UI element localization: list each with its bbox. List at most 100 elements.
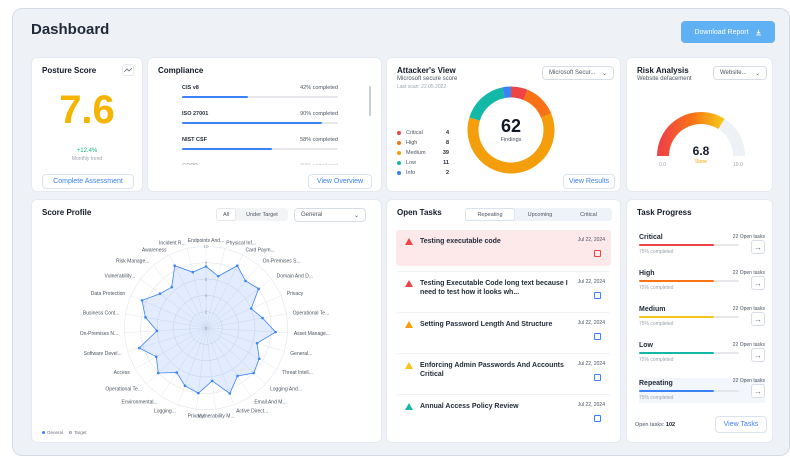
radar-point — [235, 264, 239, 268]
calendar-icon[interactable] — [594, 292, 601, 299]
tab-repeating[interactable]: Repeating — [465, 208, 515, 221]
compliance-item-name: ISO 27001 — [182, 111, 209, 117]
findings-total-label: Findings — [500, 137, 522, 143]
task-item[interactable]: Testing Executable Code long text becaus… — [396, 271, 611, 307]
compliance-item-name: GDPR — [182, 163, 198, 165]
compliance-item-status: 42% completed — [300, 85, 338, 91]
legend-dot — [397, 131, 401, 135]
task-progress-percent: 75% completed — [639, 321, 674, 327]
task-date: Jul 22, 2024 — [577, 279, 605, 285]
arrow-right-icon[interactable]: → — [751, 312, 765, 326]
warning-icon — [405, 238, 413, 245]
attackers-view-card: Attacker's View Microsoft secure score L… — [386, 57, 621, 192]
risk-min-label: 0.0 — [659, 162, 666, 168]
compliance-item-status: 39% completed — [300, 163, 338, 165]
chevron-down-icon: ⌄ — [353, 212, 359, 219]
download-report-button[interactable]: Download Report — [681, 21, 775, 43]
radar-point — [274, 330, 277, 334]
arrow-right-icon[interactable]: → — [751, 348, 765, 362]
legend-value: 4 — [445, 130, 449, 136]
radar-point — [175, 371, 179, 374]
findings-legend-item: Info 2 — [397, 168, 449, 178]
radar-axis-label: Operational Te... — [105, 386, 142, 392]
arrow-right-icon[interactable]: → — [751, 276, 765, 290]
risk-analysis-title: Risk Analysis — [637, 66, 689, 75]
page-title: Dashboard — [31, 21, 110, 38]
legend-general: General — [42, 430, 63, 435]
radar-axis-label: On-Premises N... — [80, 331, 118, 337]
arrow-right-icon[interactable]: → — [751, 384, 765, 398]
task-item[interactable]: Annual Access Policy Review Jul 22, 2024 — [396, 394, 611, 430]
findings-legend: Critical 4 High 8 Medium 39 Low 11 Info 2 — [397, 128, 449, 178]
calendar-icon[interactable] — [594, 374, 601, 381]
task-title: Testing executable code — [420, 238, 501, 245]
open-tasks-card: Open Tasks Repeating Upcoming Critical T… — [386, 199, 621, 443]
compliance-item[interactable]: ISO 27001 90% completed — [182, 111, 338, 131]
complete-assessment-button[interactable]: Complete Assessment — [42, 174, 134, 189]
profile-filter-under-target[interactable]: Under Target — [236, 208, 288, 221]
top-bar: Dashboard Download Report — [13, 9, 789, 55]
open-tasks-total-value: 102 — [665, 422, 676, 428]
warning-icon — [405, 321, 413, 328]
compliance-item[interactable]: GDPR 39% completed — [182, 163, 338, 165]
radar-axis-label: Data Protection — [91, 291, 126, 297]
compliance-card: Compliance CIS v8 42% completed ISO 27001 9… — [147, 57, 382, 192]
task-progress-bar — [639, 390, 739, 392]
radar-axis-label: Threat Intell... — [282, 370, 313, 376]
tab-critical[interactable]: Critical — [565, 208, 612, 221]
tab-upcoming[interactable]: Upcoming — [515, 208, 565, 221]
findings-total: 62 — [500, 116, 522, 136]
radar-point — [197, 391, 200, 395]
score-profile-title: Score Profile — [42, 208, 92, 217]
compliance-item-status: 90% completed — [300, 111, 338, 117]
legend-label: Info — [406, 170, 416, 176]
compliance-item[interactable]: NIST CSF 58% completed — [182, 137, 338, 157]
radar-point — [257, 357, 261, 361]
open-tasks-total: Open tasks: 102 — [635, 422, 675, 428]
radar-axis-label: Endpoints And... — [188, 238, 224, 244]
calendar-icon[interactable] — [594, 415, 601, 422]
radar-axis-label: Business Cont... — [83, 311, 119, 317]
view-results-button[interactable]: View Results — [563, 174, 615, 189]
task-date: Jul 22, 2024 — [577, 237, 605, 243]
radar-point — [216, 274, 220, 278]
task-progress-item: Repeating 22 Open tasks 75% completed — [639, 378, 765, 403]
calendar-icon[interactable] — [594, 250, 601, 257]
profile-filter-all[interactable]: All — [216, 208, 236, 221]
task-item[interactable]: Setting Password Length And Structure Jul… — [396, 312, 611, 348]
open-tasks-title: Open Tasks — [397, 208, 442, 217]
calendar-icon[interactable] — [594, 333, 601, 340]
radar-point — [252, 371, 256, 375]
radar-axis-label: Privacy — [188, 413, 205, 419]
findings-legend-item: Critical 4 — [397, 128, 449, 138]
view-tasks-button[interactable]: View Tasks — [715, 416, 767, 433]
radar-axis-label: Domain And D... — [277, 273, 313, 279]
legend-label: High — [406, 140, 418, 146]
radar-point — [204, 265, 208, 268]
risk-dropdown[interactable]: Website... ⌄ — [713, 66, 767, 80]
last-scan-text: Last scan: 22.05.2022 — [397, 84, 447, 90]
view-overview-button[interactable]: View Overview — [308, 174, 372, 189]
radar-axis-label: General... — [290, 351, 312, 357]
attackers-view-dropdown[interactable]: Microsoft Secur... ⌄ — [542, 66, 614, 80]
radar-point — [158, 292, 162, 296]
posture-trend-value: +12.4% — [76, 148, 98, 154]
chevron-down-icon: ⌄ — [601, 70, 607, 77]
radar-tick-label: 8 — [205, 260, 208, 265]
legend-target: Target — [69, 430, 87, 435]
legend-value: 8 — [445, 140, 449, 146]
radar-tick-label: 10 — [203, 244, 209, 249]
findings-legend-item: Medium 39 — [397, 148, 449, 158]
task-item[interactable]: Testing executable code Jul 22, 2024 — [396, 230, 611, 266]
compliance-scrollbar[interactable] — [369, 86, 371, 116]
task-progress-item: High 22 Open tasks 75% completed — [639, 270, 765, 291]
trend-icon[interactable] — [122, 64, 134, 76]
radar-axis-label: Awareness — [142, 247, 167, 253]
donut-slice-critical — [510, 86, 528, 101]
arrow-right-icon[interactable]: → — [751, 240, 765, 254]
compliance-item[interactable]: CIS v8 42% completed — [182, 85, 338, 105]
task-item[interactable]: Enforcing Admin Passwords And Accounts C… — [396, 353, 611, 389]
profile-category-dropdown[interactable]: General ⌄ — [294, 208, 366, 222]
radar-axis-label: Logging... — [154, 409, 176, 415]
task-progress-item: Medium 22 Open tasks 75% completed — [639, 306, 765, 327]
